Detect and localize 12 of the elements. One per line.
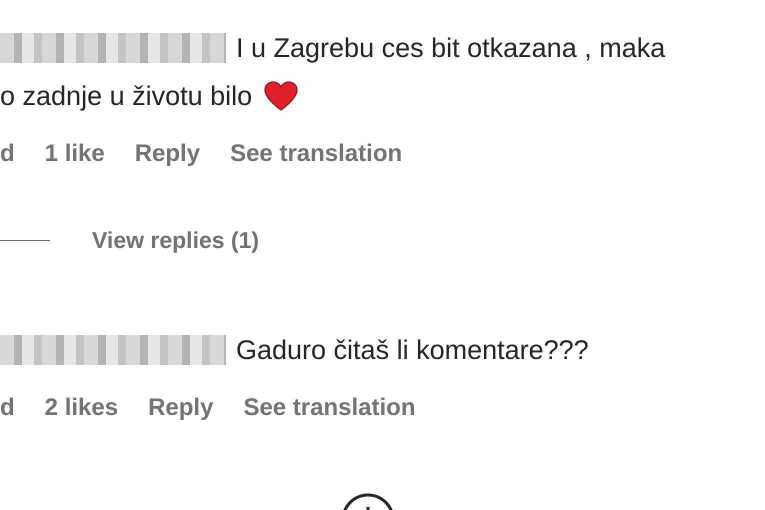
comment-text: I u Zagrebu ces bit otkazana , maka (236, 32, 666, 64)
timestamp: d (0, 140, 15, 168)
comment-text: o zadnje u životu bilo (0, 80, 252, 112)
reply-link[interactable]: Reply (148, 394, 214, 422)
like-count[interactable]: 1 like (44, 140, 105, 168)
view-replies-link[interactable]: View replies (1) (92, 226, 260, 254)
like-count[interactable]: 2 likes (44, 394, 118, 422)
comment-text: Gaduro čitaš li komentare??? (236, 334, 589, 366)
see-translation-link[interactable]: See translation (243, 394, 416, 422)
reply-link[interactable]: Reply (134, 140, 200, 168)
see-translation-link[interactable]: See translation (230, 140, 402, 168)
timestamp: d (0, 394, 15, 422)
